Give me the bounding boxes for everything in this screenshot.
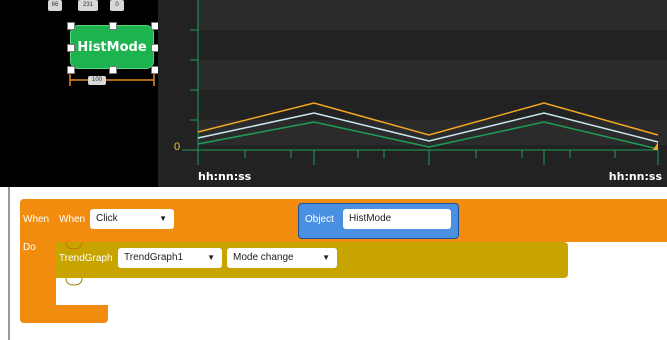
corner-marker <box>653 142 658 150</box>
block-notches <box>65 241 83 286</box>
trend-graph-widget[interactable]: 0 hh:nn:ss hh:nn:ss <box>158 0 667 187</box>
y-axis-zero-label: 0 <box>174 141 181 153</box>
block-editor[interactable]: When Do When Click ▼ Object HistMode Tre… <box>0 187 667 340</box>
x-axis-ticks <box>197 150 659 165</box>
trend-plot <box>182 0 659 165</box>
x-axis-end-label: hh:nn:ss <box>608 170 662 183</box>
series-line-white <box>197 112 659 143</box>
design-canvas[interactable]: 66 231 0 HistMode 100 50 <box>0 0 667 187</box>
width-value: 100 <box>88 76 106 85</box>
x-axis-start-label: hh:nn:ss <box>198 170 252 183</box>
